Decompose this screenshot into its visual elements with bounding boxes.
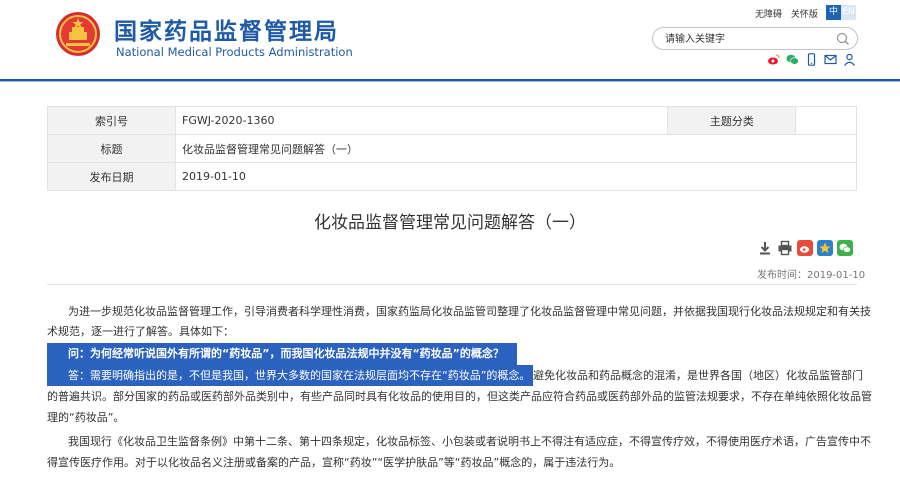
title-label: 标题 (47, 134, 176, 163)
answer-text-selected: 答：需要明确指出的是，不但是我国，世界大多数的国家在法规层面均不存在“药妆品”的… (68, 369, 531, 382)
search-box (652, 27, 858, 50)
mail-icon[interactable] (824, 53, 837, 66)
header-divider-light (0, 81, 900, 82)
article-title: 化妆品监督管理常见问题解答（一） (314, 213, 586, 233)
site-header: 国家药品监督管理局 National Medical Products Admi… (0, 0, 900, 80)
publish-time: 发布时间：2019-01-10 (757, 270, 866, 281)
table-row: 标题 化妆品监督管理常见问题解答（一） (47, 134, 857, 163)
social-icons (767, 53, 856, 66)
category-value (795, 106, 857, 135)
site-title-en: National Medical Products Administration (116, 45, 353, 59)
print-icon[interactable] (777, 240, 793, 256)
answer-line-3: 理的“药妆品”。 (47, 411, 125, 424)
wechat-share-icon[interactable] (837, 240, 853, 256)
search-icon[interactable] (835, 31, 851, 47)
weibo-share-icon[interactable] (797, 240, 813, 256)
wechat-icon[interactable] (786, 53, 799, 66)
answer-text-continued: 避免化妆品和药品概念的混淆，是世界各国（地区）化妆品监管部门 (533, 369, 863, 382)
article-meta-table: 索引号 FGWJ-2020-1360 主题分类 标题 化妆品监督管理常见问题解答… (47, 106, 857, 191)
table-row: 索引号 FGWJ-2020-1360 主题分类 (47, 106, 857, 135)
lang-en-button[interactable]: EN (841, 5, 856, 20)
care-mode-link[interactable]: 关怀版 (791, 10, 818, 20)
answer-line-2: 的普遍共识。部分国家的药品或医药部外品类别中，有些产品同时具有化妆品的使用目的，… (47, 390, 872, 403)
language-switch: 中 EN (826, 5, 856, 20)
paragraph-1-line-1: 为进一步规范化妆品监督管理工作，引导消费者科学理性消费，国家药监局化妆品监管司整… (68, 305, 871, 318)
paragraph-3-line-2: 得宣传医疗作用。对于以化妆品名义注册或备案的产品，宣称“药妆”“医学护肤品”等“… (47, 456, 621, 469)
paragraph-1-line-2: 术规范，逐一进行了解答。具体如下： (47, 325, 234, 338)
index-value: FGWJ-2020-1360 (174, 106, 669, 135)
national-emblem-icon (56, 12, 100, 56)
category-label: 主题分类 (667, 106, 797, 135)
user-icon[interactable] (843, 53, 856, 66)
search-input[interactable] (665, 31, 835, 47)
date-value: 2019-01-10 (175, 162, 857, 191)
date-label: 发布日期 (47, 162, 176, 191)
accessibility-link[interactable]: 无障碍 (755, 10, 782, 20)
index-label: 索引号 (47, 106, 176, 135)
weibo-icon[interactable] (767, 53, 780, 66)
mobile-icon[interactable] (805, 53, 818, 66)
top-links: 无障碍 关怀版 (755, 7, 824, 20)
article-divider (47, 284, 857, 285)
site-title-cn: 国家药品监督管理局 (114, 19, 339, 45)
table-row: 发布日期 2019-01-10 (47, 162, 857, 191)
paragraph-3-line-1: 我国现行《化妆品卫生监督条例》中第十二条、第十四条规定，化妆品标签、小包装或者说… (68, 435, 871, 448)
article-tools (757, 240, 853, 256)
lang-zh-button[interactable]: 中 (826, 5, 841, 20)
download-icon[interactable] (757, 240, 773, 256)
title-value: 化妆品监督管理常见问题解答（一） (175, 134, 857, 163)
qzone-share-icon[interactable] (817, 240, 833, 256)
question-text: 问：为何经常听说国外有所谓的“药妆品”，而我国化妆品法规中并没有“药妆品”的概念… (68, 347, 504, 360)
